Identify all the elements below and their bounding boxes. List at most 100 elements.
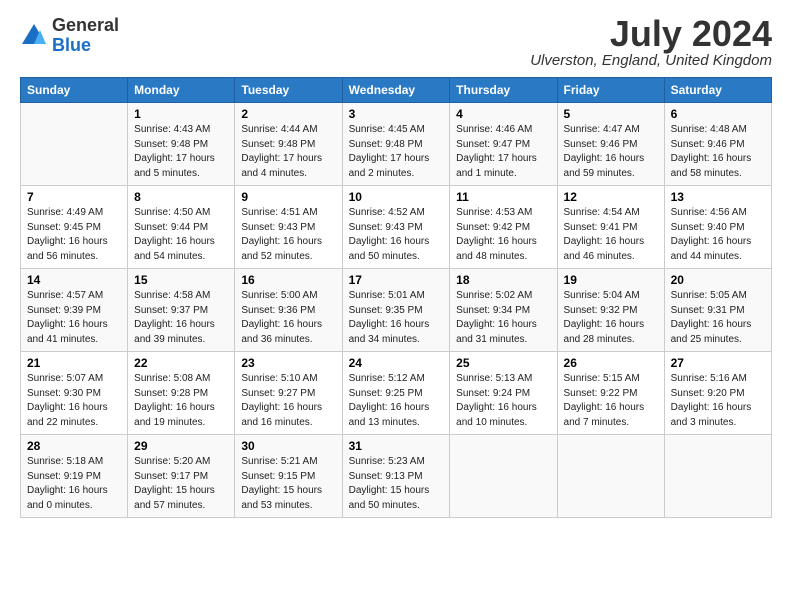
col-header-saturday: Saturday [664, 78, 771, 103]
day-info: Sunrise: 5:15 AMSunset: 9:22 PMDaylight:… [564, 372, 658, 430]
day-info: Sunrise: 4:53 AMSunset: 9:42 PMDaylight:… [456, 206, 550, 264]
week-row-4: 21Sunrise: 5:07 AMSunset: 9:30 PMDayligh… [21, 352, 772, 435]
day-info: Sunrise: 4:47 AMSunset: 9:46 PMDaylight:… [564, 123, 658, 181]
col-header-friday: Friday [557, 78, 664, 103]
day-number: 17 [349, 273, 444, 287]
day-number: 8 [134, 190, 228, 204]
day-number: 14 [27, 273, 121, 287]
day-number: 26 [564, 356, 658, 370]
day-info: Sunrise: 4:43 AMSunset: 9:48 PMDaylight:… [134, 123, 228, 181]
week-row-1: 1 Sunrise: 4:43 AMSunset: 9:48 PMDaylight… [21, 103, 772, 186]
day-cell: 29 Sunrise: 5:20 AMSunset: 9:17 PMDayligh… [128, 435, 235, 518]
logo-text: General Blue [52, 16, 119, 56]
day-cell: 20 Sunrise: 5:05 AMSunset: 9:31 PMDayligh… [664, 269, 771, 352]
day-cell: 14 Sunrise: 4:57 AMSunset: 9:39 PMDayligh… [21, 269, 128, 352]
day-info: Sunrise: 4:52 AMSunset: 9:43 PMDaylight:… [349, 206, 444, 264]
day-cell: 4 Sunrise: 4:46 AMSunset: 9:47 PMDaylight… [450, 103, 557, 186]
day-cell: 1 Sunrise: 4:43 AMSunset: 9:48 PMDaylight… [128, 103, 235, 186]
day-info: Sunrise: 4:56 AMSunset: 9:40 PMDaylight:… [671, 206, 765, 264]
col-header-wednesday: Wednesday [342, 78, 450, 103]
day-number: 28 [27, 439, 121, 453]
day-cell: 13 Sunrise: 4:56 AMSunset: 9:40 PMDayligh… [664, 186, 771, 269]
day-number: 20 [671, 273, 765, 287]
day-number: 16 [241, 273, 335, 287]
day-cell: 21Sunrise: 5:07 AMSunset: 9:30 PMDayligh… [21, 352, 128, 435]
day-number: 31 [349, 439, 444, 453]
day-number: 29 [134, 439, 228, 453]
day-cell: 27Sunrise: 5:16 AMSunset: 9:20 PMDayligh… [664, 352, 771, 435]
day-number: 13 [671, 190, 765, 204]
day-info: Sunrise: 4:49 AMSunset: 9:45 PMDaylight:… [27, 206, 121, 264]
day-cell: 12 Sunrise: 4:54 AMSunset: 9:41 PMDayligh… [557, 186, 664, 269]
day-cell [664, 435, 771, 518]
day-cell: 23 Sunrise: 5:10 AMSunset: 9:27 PMDayligh… [235, 352, 342, 435]
day-info: Sunrise: 5:13 AMSunset: 9:24 PMDaylight:… [456, 372, 550, 430]
col-header-monday: Monday [128, 78, 235, 103]
day-cell [450, 435, 557, 518]
location: Ulverston, England, United Kingdom [530, 52, 772, 69]
day-cell: 2Sunrise: 4:44 AMSunset: 9:48 PMDaylight… [235, 103, 342, 186]
day-cell: 26 Sunrise: 5:15 AMSunset: 9:22 PMDayligh… [557, 352, 664, 435]
day-number: 23 [241, 356, 335, 370]
day-info: Sunrise: 5:02 AMSunset: 9:34 PMDaylight:… [456, 289, 550, 347]
day-number: 6 [671, 107, 765, 121]
logo-general: General [52, 16, 119, 36]
day-cell: 28Sunrise: 5:18 AMSunset: 9:19 PMDayligh… [21, 435, 128, 518]
day-number: 1 [134, 107, 228, 121]
day-info: Sunrise: 5:21 AMSunset: 9:15 PMDaylight:… [241, 455, 335, 513]
day-cell: 22Sunrise: 5:08 AMSunset: 9:28 PMDayligh… [128, 352, 235, 435]
title-block: July 2024 Ulverston, England, United Kin… [530, 16, 772, 69]
col-header-sunday: Sunday [21, 78, 128, 103]
day-info: Sunrise: 5:10 AMSunset: 9:27 PMDaylight:… [241, 372, 335, 430]
header-row: SundayMondayTuesdayWednesdayThursdayFrid… [21, 78, 772, 103]
day-info: Sunrise: 4:54 AMSunset: 9:41 PMDaylight:… [564, 206, 658, 264]
day-cell [21, 103, 128, 186]
day-number: 18 [456, 273, 550, 287]
day-number: 12 [564, 190, 658, 204]
day-number: 7 [27, 190, 121, 204]
day-info: Sunrise: 5:20 AMSunset: 9:17 PMDaylight:… [134, 455, 228, 513]
day-info: Sunrise: 5:04 AMSunset: 9:32 PMDaylight:… [564, 289, 658, 347]
day-cell: 7 Sunrise: 4:49 AMSunset: 9:45 PMDaylight… [21, 186, 128, 269]
day-info: Sunrise: 4:51 AMSunset: 9:43 PMDaylight:… [241, 206, 335, 264]
day-cell: 17 Sunrise: 5:01 AMSunset: 9:35 PMDayligh… [342, 269, 450, 352]
day-cell: 8 Sunrise: 4:50 AMSunset: 9:44 PMDaylight… [128, 186, 235, 269]
day-cell: 11 Sunrise: 4:53 AMSunset: 9:42 PMDayligh… [450, 186, 557, 269]
day-cell: 31Sunrise: 5:23 AMSunset: 9:13 PMDayligh… [342, 435, 450, 518]
day-number: 24 [349, 356, 444, 370]
day-info: Sunrise: 4:50 AMSunset: 9:44 PMDaylight:… [134, 206, 228, 264]
day-info: Sunrise: 5:00 AMSunset: 9:36 PMDaylight:… [241, 289, 335, 347]
day-info: Sunrise: 4:48 AMSunset: 9:46 PMDaylight:… [671, 123, 765, 181]
day-info: Sunrise: 4:58 AMSunset: 9:37 PMDaylight:… [134, 289, 228, 347]
logo-blue: Blue [52, 36, 119, 56]
day-cell: 24Sunrise: 5:12 AMSunset: 9:25 PMDayligh… [342, 352, 450, 435]
day-cell: 9Sunrise: 4:51 AMSunset: 9:43 PMDaylight… [235, 186, 342, 269]
day-number: 11 [456, 190, 550, 204]
day-cell: 25Sunrise: 5:13 AMSunset: 9:24 PMDayligh… [450, 352, 557, 435]
day-cell: 19 Sunrise: 5:04 AMSunset: 9:32 PMDayligh… [557, 269, 664, 352]
day-info: Sunrise: 5:16 AMSunset: 9:20 PMDaylight:… [671, 372, 765, 430]
day-info: Sunrise: 4:57 AMSunset: 9:39 PMDaylight:… [27, 289, 121, 347]
day-number: 19 [564, 273, 658, 287]
day-number: 5 [564, 107, 658, 121]
day-info: Sunrise: 5:01 AMSunset: 9:35 PMDaylight:… [349, 289, 444, 347]
day-number: 10 [349, 190, 444, 204]
day-number: 4 [456, 107, 550, 121]
day-info: Sunrise: 5:07 AMSunset: 9:30 PMDaylight:… [27, 372, 121, 430]
logo: General Blue [20, 16, 119, 56]
day-number: 3 [349, 107, 444, 121]
day-cell: 16 Sunrise: 5:00 AMSunset: 9:36 PMDayligh… [235, 269, 342, 352]
day-info: Sunrise: 4:44 AMSunset: 9:48 PMDaylight:… [241, 123, 335, 181]
day-cell: 18 Sunrise: 5:02 AMSunset: 9:34 PMDayligh… [450, 269, 557, 352]
day-cell: 3Sunrise: 4:45 AMSunset: 9:48 PMDaylight… [342, 103, 450, 186]
day-info: Sunrise: 4:46 AMSunset: 9:47 PMDaylight:… [456, 123, 550, 181]
col-header-thursday: Thursday [450, 78, 557, 103]
day-info: Sunrise: 5:05 AMSunset: 9:31 PMDaylight:… [671, 289, 765, 347]
calendar-table: SundayMondayTuesdayWednesdayThursdayFrid… [20, 77, 772, 518]
col-header-tuesday: Tuesday [235, 78, 342, 103]
page-header: General Blue July 2024 Ulverston, Englan… [20, 16, 772, 69]
day-info: Sunrise: 5:08 AMSunset: 9:28 PMDaylight:… [134, 372, 228, 430]
day-cell [557, 435, 664, 518]
day-number: 15 [134, 273, 228, 287]
day-cell: 5 Sunrise: 4:47 AMSunset: 9:46 PMDaylight… [557, 103, 664, 186]
